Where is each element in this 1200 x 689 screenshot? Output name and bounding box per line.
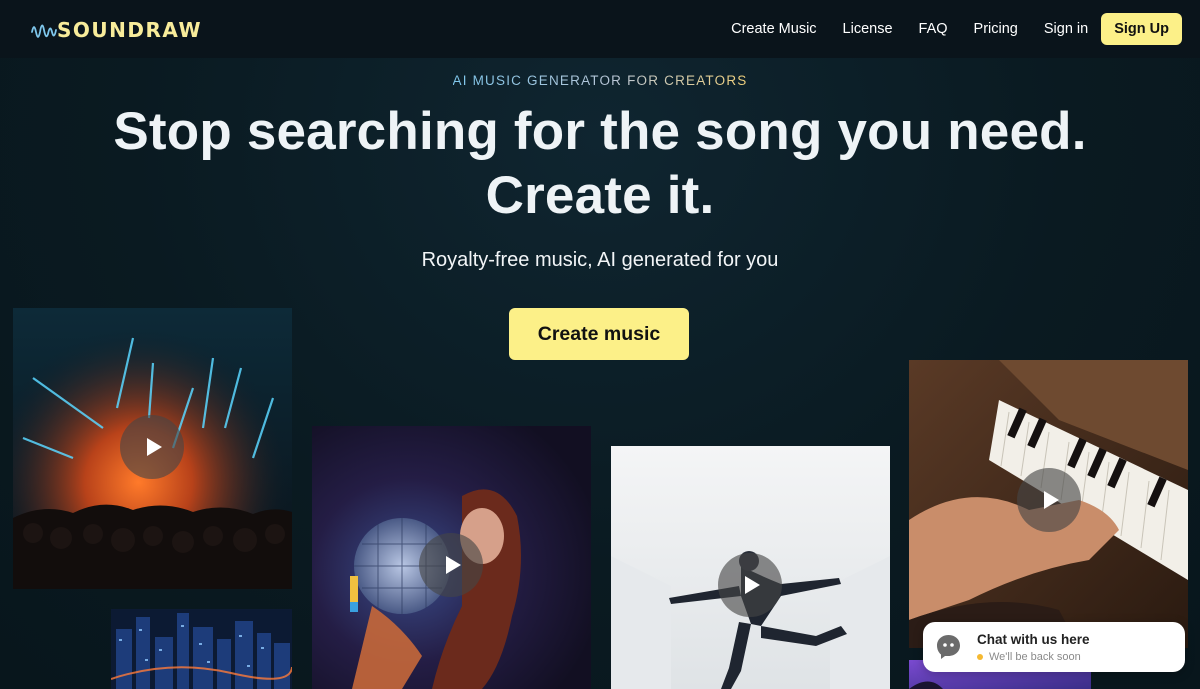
nav-faq-link[interactable]: FAQ xyxy=(919,21,948,37)
play-icon[interactable] xyxy=(1017,468,1081,532)
waveform-logo-icon xyxy=(31,24,57,38)
chat-bot-icon xyxy=(937,635,960,659)
nav-license-link[interactable]: License xyxy=(843,21,893,37)
nav-sign-in-link[interactable]: Sign in xyxy=(1044,21,1088,37)
hero-eyebrow-text: AI MUSIC GENERATOR FOR CREATORS xyxy=(452,73,748,88)
play-icon[interactable] xyxy=(718,553,782,617)
media-tile-dancer[interactable] xyxy=(611,446,890,689)
page: SOUNDRAW Create Music License FAQ Pricin… xyxy=(0,0,1200,689)
nav-menu: Create Music License FAQ Pricing Sign in… xyxy=(731,13,1182,45)
chat-status: We'll be back soon xyxy=(977,651,1081,663)
chat-status-text: We'll be back soon xyxy=(989,651,1081,663)
city-night-image xyxy=(111,609,292,689)
hero-headline-line-1: Stop searching for the song you need. xyxy=(113,102,1087,161)
logo-wordmark: SOUNDRAW xyxy=(57,18,203,42)
sign-up-button[interactable]: Sign Up xyxy=(1101,13,1182,45)
logo[interactable]: SOUNDRAW xyxy=(31,17,202,43)
play-icon[interactable] xyxy=(120,415,184,479)
status-dot-icon xyxy=(977,654,983,660)
hero-eyebrow: AI MUSIC GENERATOR FOR CREATORS xyxy=(0,73,1200,88)
top-navbar: SOUNDRAW Create Music License FAQ Pricin… xyxy=(0,0,1200,58)
chat-title: Chat with us here xyxy=(977,632,1090,647)
chat-widget[interactable]: Chat with us here We'll be back soon xyxy=(923,622,1185,672)
media-tile-city-night[interactable] xyxy=(111,609,292,689)
create-music-button[interactable]: Create music xyxy=(509,308,689,360)
play-icon[interactable] xyxy=(419,533,483,597)
hero-headline-line-2: Create it. xyxy=(485,166,715,225)
nav-create-music-link[interactable]: Create Music xyxy=(731,21,816,37)
media-tile-disco-ball[interactable] xyxy=(312,426,591,689)
hero-headline: Stop searching for the song you need. Cr… xyxy=(0,100,1200,228)
media-tile-concert[interactable] xyxy=(13,308,292,589)
media-tile-piano[interactable] xyxy=(909,360,1188,648)
nav-pricing-link[interactable]: Pricing xyxy=(974,21,1018,37)
hero-subheadline: Royalty-free music, AI generated for you xyxy=(421,249,779,271)
